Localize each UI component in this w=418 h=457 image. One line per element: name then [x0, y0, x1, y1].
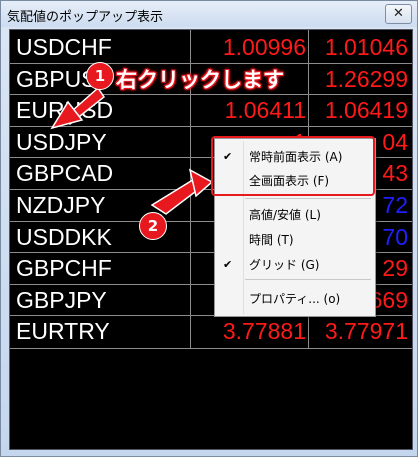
symbol-cell: USDCHF	[16, 34, 112, 60]
window-title: 気配値のポップアップ表示	[7, 10, 164, 25]
bid-cell: 3.77881	[222, 318, 306, 345]
step-2-badge: 2	[139, 212, 167, 240]
right-click-callout: 右クリックします	[116, 68, 284, 92]
ask-cell: 1.06419	[324, 97, 408, 124]
title-bar[interactable]: 気配値のポップアップ表示 ✕	[1, 1, 417, 27]
close-icon: ✕	[393, 6, 404, 21]
menu-item-label: 時間 (T)	[249, 233, 294, 247]
menu-item-label: 高値/安値 (L)	[249, 208, 321, 222]
grid-line	[10, 348, 412, 349]
symbol-cell: EURUSD	[16, 97, 114, 124]
grid-line	[10, 125, 412, 127]
menu-item-2[interactable]: 高値/安値 (L)	[215, 203, 375, 227]
step-1-badge: 1	[86, 62, 114, 90]
symbol-cell: EURTRY	[16, 318, 110, 345]
ask-cell: 3.77971	[324, 318, 408, 345]
menu-item-label: プロパティ... (o)	[249, 292, 341, 306]
menu-item-4[interactable]: ✔ グリッド (G)	[215, 253, 375, 277]
grid-line	[10, 94, 412, 96]
symbol-cell: GBPJPY	[16, 286, 107, 313]
symbol-cell: GBPCAD	[16, 160, 114, 187]
ask-cell: 1.01046	[324, 34, 408, 60]
quote-row-eurtry[interactable]: EURTRY 3.77881 3.77971	[10, 316, 412, 347]
symbol-cell: GBPCHF	[16, 255, 112, 282]
menu-separator	[245, 279, 371, 280]
bid-cell: 1.06411	[224, 97, 306, 124]
symbol-cell: USDJPY	[16, 128, 107, 155]
menu-item-5[interactable]: プロパティ... (o)	[215, 287, 375, 311]
close-button[interactable]: ✕	[385, 4, 412, 24]
menu-highlight-box	[211, 136, 375, 196]
menu-separator	[245, 198, 371, 199]
menu-item-3[interactable]: 時間 (T)	[215, 228, 375, 252]
quote-row-eurusd[interactable]: EURUSD 1.06411 1.06419	[10, 95, 412, 126]
check-icon: ✔	[223, 258, 233, 271]
quote-row-usdchf[interactable]: USDCHF 1.00996 1.01046	[10, 32, 412, 63]
ask-cell: 1.26299	[324, 65, 408, 92]
menu-item-label: グリッド (G)	[249, 258, 320, 272]
bid-cell: 1.00996	[222, 34, 306, 60]
